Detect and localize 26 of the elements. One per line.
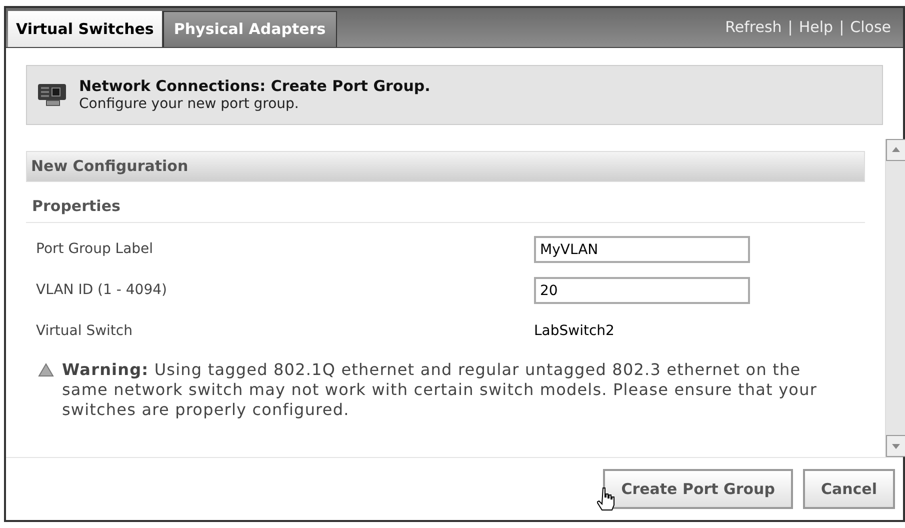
toolbar-link[interactable]: Help bbox=[798, 16, 834, 39]
header-title: Network Connections: Create Port Group. bbox=[79, 77, 430, 95]
warning-text: Warning: Using tagged 802.1Q ethernet and regular untagged 802.3 ethernet on the same network switch may not work with certain switch models. Please ensure that your switches are properly configured. bbox=[62, 360, 818, 420]
section-title: New Configuration bbox=[31, 156, 188, 178]
tab[interactable]: Virtual Switches bbox=[8, 11, 163, 47]
scroll-up-icon[interactable] bbox=[886, 139, 905, 161]
header-subtitle: Configure your new port group. bbox=[79, 95, 300, 113]
input-field[interactable]: 20 bbox=[534, 277, 750, 304]
warning-icon bbox=[38, 363, 54, 377]
tab[interactable]: Physical Adapters bbox=[162, 11, 337, 47]
network-card-icon bbox=[37, 82, 67, 108]
field-label: VLAN ID (1 - 4094) bbox=[35, 281, 168, 300]
scrollbar[interactable] bbox=[885, 139, 905, 457]
action-button[interactable]: Create Port Group bbox=[603, 469, 793, 509]
scroll-down-icon[interactable] bbox=[886, 435, 905, 457]
toolbar-link[interactable]: Close bbox=[850, 16, 891, 39]
subsection-title: Properties bbox=[32, 197, 120, 215]
separator: | bbox=[839, 17, 844, 38]
toolbar-link[interactable]: Refresh bbox=[725, 16, 782, 39]
hand-cursor-icon bbox=[597, 487, 616, 511]
input-field[interactable]: MyVLAN bbox=[534, 236, 750, 263]
field-label: Port Group Label bbox=[35, 240, 154, 259]
separator: | bbox=[788, 17, 793, 38]
field-value: LabSwitch2 bbox=[534, 322, 614, 341]
field-label: Virtual Switch bbox=[35, 322, 134, 341]
action-button[interactable]: Cancel bbox=[802, 469, 895, 509]
